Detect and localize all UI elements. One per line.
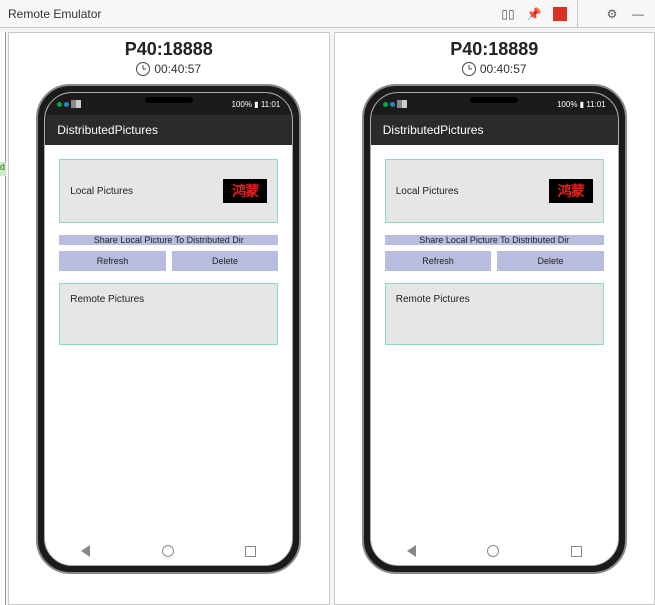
recent-icon[interactable] [571, 546, 582, 557]
battery-icon: ▮ [254, 100, 258, 109]
app-bar: DistributedPictures [45, 115, 292, 145]
home-icon[interactable] [487, 545, 499, 557]
battery-icon: ▮ [580, 100, 584, 109]
remote-pictures-panel[interactable]: Remote Pictures [385, 283, 604, 345]
status-left [57, 100, 81, 108]
emulator-area: P40:18888 00:40:57 100% ▮ [8, 28, 655, 605]
clock-icon [462, 62, 476, 76]
app-bar: DistributedPictures [371, 115, 618, 145]
local-label: Local Pictures [70, 186, 133, 197]
signal-dot-icon [64, 102, 69, 107]
signal-bars-icon [71, 100, 81, 108]
clock-text: 11:01 [261, 100, 280, 109]
share-button[interactable]: Share Local Picture To Distributed Dir [59, 235, 278, 245]
notch [145, 97, 193, 103]
local-label: Local Pictures [396, 186, 459, 197]
signal-dot-icon [57, 102, 62, 107]
status-left [383, 100, 407, 108]
status-right: 100% ▮ 11:01 [231, 100, 280, 109]
phone-screen[interactable]: 100% ▮ 11:01 DistributedPictures Local P… [370, 92, 619, 566]
app-title: DistributedPictures [383, 123, 484, 137]
phone-frame: 100% ▮ 11:01 DistributedPictures Local P… [362, 84, 627, 574]
back-icon[interactable] [81, 545, 90, 557]
device-timer: 00:40:57 [125, 62, 213, 76]
phone-frame: 100% ▮ 11:01 DistributedPictures Local P… [36, 84, 301, 574]
device-pane-1: P40:18889 00:40:57 100% ▮ [334, 32, 655, 605]
device-name: P40:18888 [125, 39, 213, 60]
remote-pictures-panel[interactable]: Remote Pictures [59, 283, 278, 345]
phone-screen[interactable]: 100% ▮ 11:01 DistributedPictures Local P… [44, 92, 293, 566]
status-bar: 100% ▮ 11:01 [45, 93, 292, 115]
columns-icon[interactable]: ▯▯ [499, 5, 517, 23]
remote-label: Remote Pictures [70, 294, 144, 305]
local-pictures-panel[interactable]: Local Pictures 鸿蒙 [59, 159, 278, 223]
refresh-button[interactable]: Refresh [385, 251, 492, 271]
device-header: P40:18888 00:40:57 [125, 33, 213, 78]
notch [470, 97, 518, 103]
hongmeng-thumb[interactable]: 鸿蒙 [223, 179, 267, 203]
device-header: P40:18889 00:40:57 [450, 33, 538, 78]
minimize-icon[interactable]: — [629, 5, 647, 23]
nav-bar [371, 537, 618, 565]
window-titlebar: Remote Emulator ▯▯ 📌 ⚙ — [0, 0, 655, 28]
home-icon[interactable] [162, 545, 174, 557]
battery-text: 100% [231, 100, 251, 109]
device-timer: 00:40:57 [450, 62, 538, 76]
title-text: Remote Emulator [8, 7, 101, 21]
side-tab-sliver[interactable]: d [0, 162, 6, 176]
app-content: Local Pictures 鸿蒙 Share Local Picture To… [45, 145, 292, 537]
device-name: P40:18889 [450, 39, 538, 60]
pin-icon[interactable]: 📌 [525, 5, 543, 23]
button-group: Share Local Picture To Distributed Dir R… [59, 235, 278, 271]
signal-bars-icon [397, 100, 407, 108]
refresh-button[interactable]: Refresh [59, 251, 166, 271]
delete-button[interactable]: Delete [497, 251, 604, 271]
app-title: DistributedPictures [57, 123, 158, 137]
recent-icon[interactable] [245, 546, 256, 557]
app-content: Local Pictures 鸿蒙 Share Local Picture To… [371, 145, 618, 537]
clock-text: 11:01 [586, 100, 605, 109]
back-icon[interactable] [407, 545, 416, 557]
timer-text: 00:40:57 [480, 62, 527, 76]
signal-dot-icon [390, 102, 395, 107]
button-group: Share Local Picture To Distributed Dir R… [385, 235, 604, 271]
status-right: 100% ▮ 11:01 [557, 100, 606, 109]
share-button[interactable]: Share Local Picture To Distributed Dir [385, 235, 604, 245]
status-bar: 100% ▮ 11:01 [371, 93, 618, 115]
clock-icon [136, 62, 150, 76]
nav-bar [45, 537, 292, 565]
left-tool-stub: d [0, 32, 6, 605]
stop-icon[interactable] [551, 5, 569, 23]
local-pictures-panel[interactable]: Local Pictures 鸿蒙 [385, 159, 604, 223]
gear-icon[interactable]: ⚙ [603, 5, 621, 23]
battery-text: 100% [557, 100, 577, 109]
signal-dot-icon [383, 102, 388, 107]
timer-text: 00:40:57 [154, 62, 201, 76]
remote-label: Remote Pictures [396, 294, 470, 305]
delete-button[interactable]: Delete [172, 251, 279, 271]
device-pane-0: P40:18888 00:40:57 100% ▮ [8, 32, 330, 605]
hongmeng-thumb[interactable]: 鸿蒙 [549, 179, 593, 203]
